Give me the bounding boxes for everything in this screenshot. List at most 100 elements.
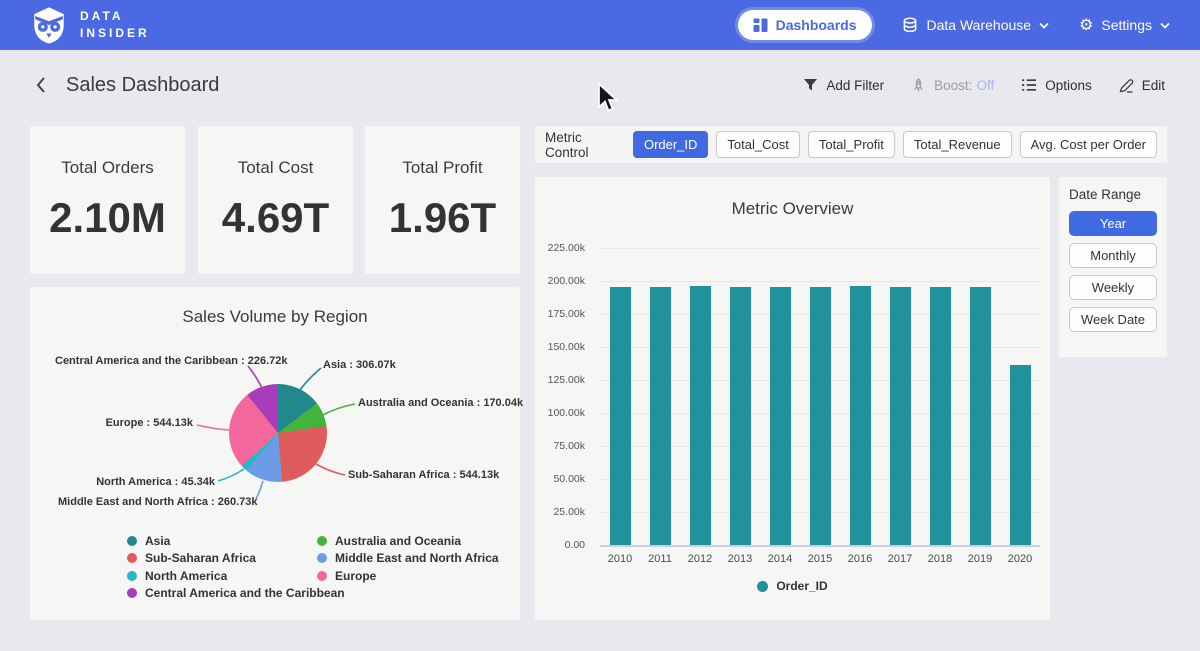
bar-2017[interactable] <box>890 287 911 545</box>
bar-chart-legend-item[interactable]: Order_ID <box>535 579 1050 593</box>
kpi-card-total-orders: Total Orders 2.10M <box>30 126 185 274</box>
pie-legend-item-australia-oceania[interactable]: Australia and Oceania <box>317 532 499 550</box>
metric-option-total-profit[interactable]: Total_Profit <box>808 131 895 158</box>
kpi-value: 2.10M <box>49 194 166 242</box>
bar-column <box>600 248 640 545</box>
pie-label-asia: Asia : 306.07k <box>323 359 396 371</box>
metric-option-avg-cost-per-order[interactable]: Avg. Cost per Order <box>1020 131 1157 158</box>
brand-line1: DATA <box>80 8 150 25</box>
kpi-value: 4.69T <box>222 194 329 242</box>
database-icon <box>902 17 919 34</box>
legend-dot-asia <box>127 536 137 546</box>
page-header: Sales Dashboard Add Filter Boost: Off <box>0 50 1200 120</box>
pie-legend-item-middle-east-north-africa[interactable]: Middle East and North Africa <box>317 550 499 568</box>
date-range-monthly-button[interactable]: Monthly <box>1069 243 1157 268</box>
bar-column <box>840 248 880 545</box>
y-axis-tick: 25.00k <box>553 506 585 518</box>
dashboards-grid-icon <box>753 18 768 33</box>
boost-label: Boost: <box>934 78 972 93</box>
pencil-icon <box>1119 78 1134 93</box>
pie-label-middle-east-north-africa: Middle East and North Africa : 260.73k <box>58 496 250 508</box>
legend-label: Order_ID <box>776 579 827 593</box>
legend-dot-north-america <box>127 571 137 581</box>
gear-icon: ⚙ <box>1079 17 1093 33</box>
x-axis-tick: 2014 <box>760 553 800 565</box>
page-title: Sales Dashboard <box>66 74 219 97</box>
dashboards-button[interactable]: Dashboards <box>738 10 872 40</box>
kpi-label: Total Cost <box>238 158 314 178</box>
boost-toggle[interactable]: Boost: Off <box>911 78 994 93</box>
y-axis-tick: 100.00k <box>548 407 585 419</box>
bar-column <box>960 248 1000 545</box>
kpi-card-total-cost: Total Cost 4.69T <box>198 126 353 274</box>
bar-2012[interactable] <box>690 286 711 545</box>
legend-dot-sub-saharan-africa <box>127 553 137 563</box>
top-navbar: DATA INSIDER Dashboards Da <box>0 0 1200 50</box>
date-range-weekly-button[interactable]: Weekly <box>1069 275 1157 300</box>
brand: DATA INSIDER <box>80 8 150 42</box>
metric-option-total-cost[interactable]: Total_Cost <box>716 131 799 158</box>
add-filter-button[interactable]: Add Filter <box>803 78 884 93</box>
settings-menu[interactable]: ⚙ Settings <box>1079 17 1170 33</box>
gridline <box>600 545 1040 547</box>
bar-chart-bars <box>600 248 1040 545</box>
chevron-down-icon <box>1160 22 1170 29</box>
list-options-icon <box>1021 78 1037 92</box>
metric-option-order-id[interactable]: Order_ID <box>633 131 708 158</box>
date-range-week-date-button[interactable]: Week Date <box>1069 307 1157 332</box>
bar-2010[interactable] <box>610 287 631 545</box>
pie-label-sub-saharan-africa: Sub-Saharan Africa : 544.13k <box>348 469 499 481</box>
bar-chart-title: Metric Overview <box>535 199 1050 219</box>
y-axis-tick: 50.00k <box>553 473 585 485</box>
bar-2019[interactable] <box>970 287 991 545</box>
pie-legend-item-sub-saharan-africa[interactable]: Sub-Saharan Africa <box>127 550 345 568</box>
x-axis-tick: 2015 <box>800 553 840 565</box>
pie-chart[interactable] <box>229 384 327 482</box>
pie-legend-item-north-america[interactable]: North America <box>127 567 345 585</box>
pie-legend-item-central-america[interactable]: Central America and the Caribbean <box>127 585 345 603</box>
bar-column <box>760 248 800 545</box>
bar-2015[interactable] <box>810 287 831 545</box>
pie-label-central-america: Central America and the Caribbean : 226.… <box>55 355 242 367</box>
x-axis-tick: 2019 <box>960 553 1000 565</box>
metric-control-bar: Metric Control Order_ID Total_Cost Total… <box>535 126 1167 163</box>
back-button[interactable] <box>35 76 46 94</box>
data-warehouse-menu[interactable]: Data Warehouse <box>902 17 1050 34</box>
metric-option-total-revenue[interactable]: Total_Revenue <box>903 131 1012 158</box>
bar-2011[interactable] <box>650 287 671 545</box>
legend-dot-middle-east-north-africa <box>317 553 327 563</box>
legend-dot-europe <box>317 571 327 581</box>
kpi-label: Total Orders <box>61 158 154 178</box>
pie-legend-item-europe[interactable]: Europe <box>317 567 499 585</box>
rocket-icon <box>911 78 926 93</box>
y-axis-tick: 225.00k <box>548 242 585 254</box>
boost-value: Off <box>976 78 994 93</box>
options-button[interactable]: Options <box>1021 78 1092 93</box>
pie-label-north-america: North America : 45.34k <box>70 476 215 488</box>
edit-button[interactable]: Edit <box>1119 78 1165 93</box>
legend-dot-australia-oceania <box>317 536 327 546</box>
y-axis-tick: 75.00k <box>553 440 585 452</box>
y-axis-tick: 200.00k <box>548 275 585 287</box>
x-axis-tick: 2012 <box>680 553 720 565</box>
filter-funnel-icon <box>803 78 818 92</box>
x-axis-tick: 2010 <box>600 553 640 565</box>
bar-2020[interactable] <box>1010 365 1031 545</box>
dashboards-label: Dashboards <box>776 17 857 33</box>
date-range-label: Date Range <box>1069 187 1157 202</box>
pie-label-australia-oceania: Australia and Oceania : 170.04k <box>358 397 523 409</box>
kpi-label: Total Profit <box>402 158 482 178</box>
date-range-year-button[interactable]: Year <box>1069 211 1157 236</box>
bar-column <box>640 248 680 545</box>
bar-2018[interactable] <box>930 287 951 545</box>
pie-legend-item-asia[interactable]: Asia <box>127 532 345 550</box>
bar-2014[interactable] <box>770 287 791 545</box>
x-axis-tick: 2016 <box>840 553 880 565</box>
bar-2016[interactable] <box>850 286 871 545</box>
bar-2013[interactable] <box>730 287 751 545</box>
metric-overview-chart-card: Metric Overview 225.00k200.00k175.00k150… <box>535 177 1050 620</box>
x-axis-tick: 2018 <box>920 553 960 565</box>
kpi-card-total-profit: Total Profit 1.96T <box>365 126 520 274</box>
y-axis-tick: 150.00k <box>548 341 585 353</box>
owl-logo-icon <box>30 6 68 44</box>
